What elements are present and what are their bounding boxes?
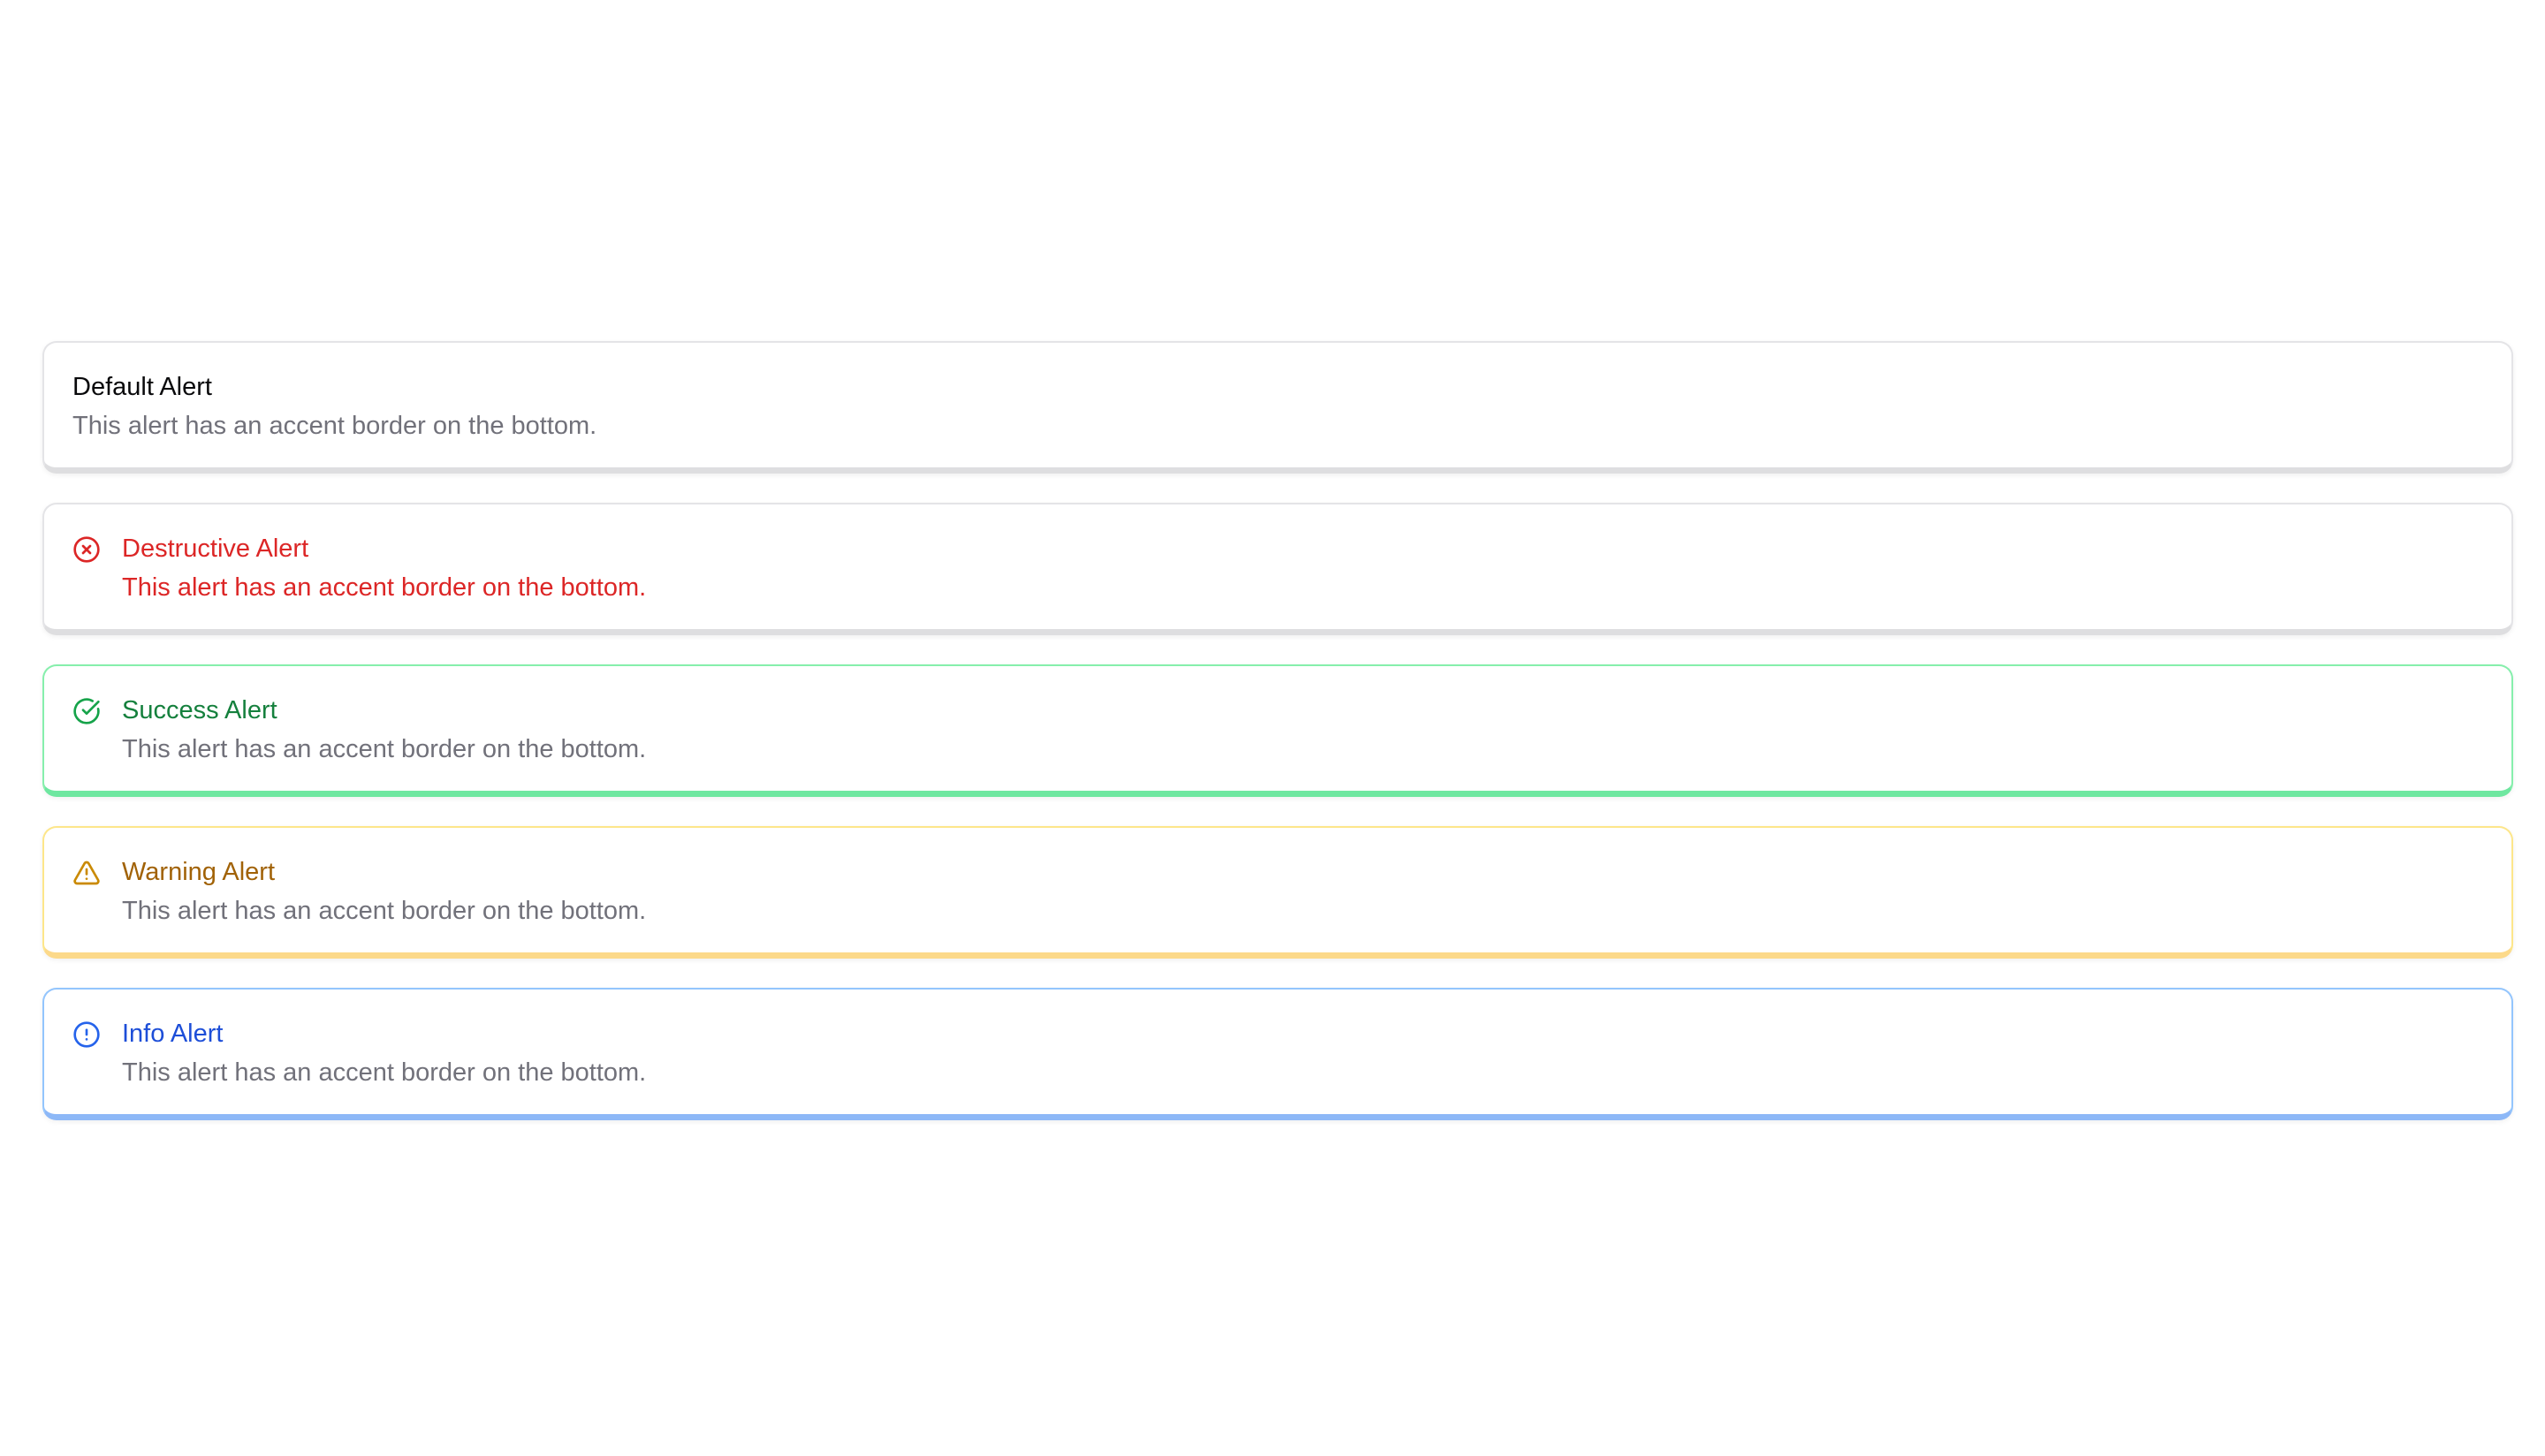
- default-alert: Default Alert This alert has an accent b…: [42, 341, 2513, 474]
- alert-description: This alert has an accent border on the b…: [122, 735, 647, 763]
- alert-list: Default Alert This alert has an accent b…: [42, 341, 2513, 1120]
- alert-title: Warning Alert: [122, 858, 275, 886]
- alert-description: This alert has an accent border on the b…: [122, 1058, 647, 1087]
- alert-title: Default Alert: [72, 373, 212, 401]
- check-circle-icon: [72, 697, 101, 725]
- success-alert: Success Alert This alert has an accent b…: [42, 664, 2513, 797]
- alert-title: Destructive Alert: [122, 535, 309, 563]
- warning-alert: Warning Alert This alert has an accent b…: [42, 826, 2513, 959]
- alert-description: This alert has an accent border on the b…: [122, 573, 647, 602]
- alert-description: This alert has an accent border on the b…: [72, 412, 597, 440]
- alert-description: This alert has an accent border on the b…: [122, 897, 647, 925]
- info-circle-icon: [72, 1020, 101, 1049]
- info-alert: Info Alert This alert has an accent bord…: [42, 988, 2513, 1120]
- x-circle-icon: [72, 535, 101, 564]
- destructive-alert: Destructive Alert This alert has an acce…: [42, 503, 2513, 635]
- alert-title: Info Alert: [122, 1020, 224, 1048]
- alert-title: Success Alert: [122, 696, 277, 724]
- warning-triangle-icon: [72, 859, 101, 887]
